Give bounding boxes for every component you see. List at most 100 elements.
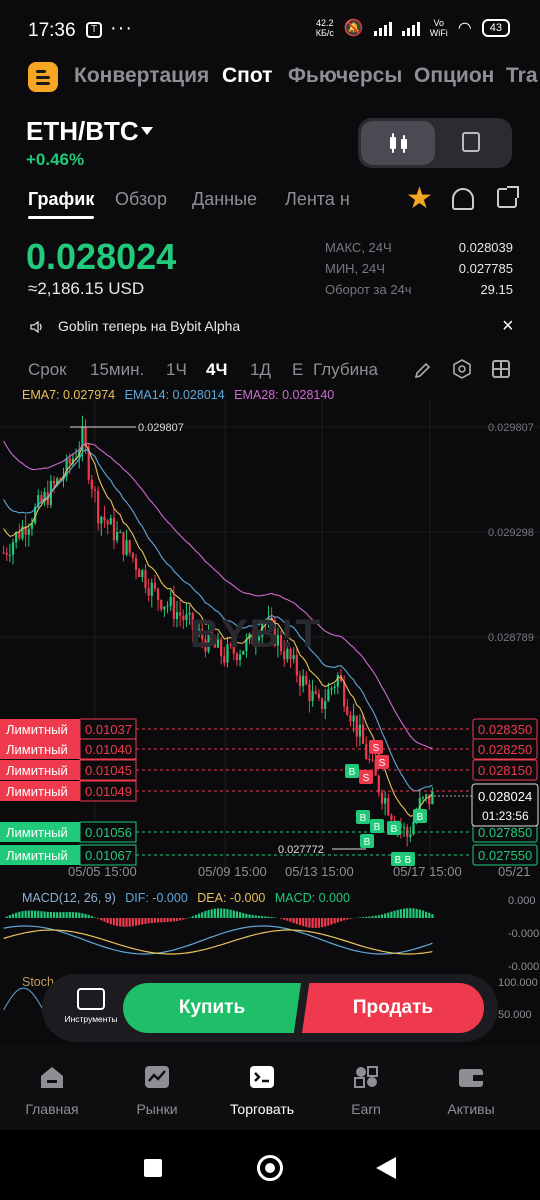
interval-more[interactable]: Е	[292, 360, 303, 380]
speaker-icon	[30, 320, 42, 334]
nav-home[interactable]: Главная	[2, 1064, 102, 1117]
tab-overview[interactable]: Обзор	[115, 189, 167, 210]
nav-trade[interactable]: Торговать	[212, 1064, 312, 1117]
candlestick-icon	[390, 133, 408, 153]
buy-marker-label: B	[349, 767, 356, 778]
interval-1d[interactable]: 1Д	[250, 360, 271, 380]
pencil-icon[interactable]	[414, 361, 432, 379]
candle-body	[169, 596, 172, 606]
bottom-nav: Главная Рынки Торговать Earn Активы	[0, 1046, 540, 1130]
macd-axis-label: 0.000	[508, 895, 536, 907]
last-price: 0.028024	[26, 236, 177, 277]
system-nav	[0, 1130, 540, 1200]
candle-body	[361, 724, 365, 744]
order-price: 0.028150	[478, 763, 532, 778]
candle-body	[147, 588, 150, 596]
candle-body	[223, 656, 226, 663]
home-button[interactable]	[257, 1155, 283, 1181]
candle-body	[112, 517, 116, 541]
nav-label: Главная	[25, 1101, 79, 1117]
candle-body	[377, 775, 380, 793]
interval-15m[interactable]: 15мин.	[90, 360, 144, 380]
bell-icon[interactable]	[452, 188, 474, 210]
candle-body	[115, 532, 119, 541]
candle-body	[425, 794, 428, 798]
macd-value: MACD: 0.000	[274, 891, 350, 905]
current-price: 0.028024	[478, 789, 532, 804]
order-qty: 0.01045	[85, 763, 132, 778]
close-icon[interactable]: ×	[502, 315, 514, 338]
candle-body	[352, 715, 355, 722]
recents-button[interactable]	[144, 1159, 162, 1177]
time-axis-label: 05/05 15:00	[68, 864, 137, 879]
candle-body	[122, 531, 125, 555]
price-chart[interactable]: Лимитный 0.01037 0.028350 Лимитный 0.01040 0.…	[0, 400, 540, 1040]
candle-body	[100, 516, 103, 524]
usd-price: ≈2,186.15 USD	[28, 279, 145, 298]
nav-label: Торговать	[229, 1101, 295, 1117]
pair-selector[interactable]: ETH/BTC	[26, 116, 139, 147]
tab-feed[interactable]: Лента н	[285, 189, 350, 210]
chart-view-button[interactable]	[361, 121, 435, 165]
candle-body	[311, 691, 314, 702]
nav-assets[interactable]: Активы	[421, 1064, 521, 1117]
tab-more[interactable]: Tra	[506, 64, 538, 88]
candle-body	[368, 759, 371, 761]
candle-body	[298, 675, 302, 687]
indicator-settings-icon[interactable]	[452, 359, 472, 379]
signal-icon-2	[401, 20, 420, 36]
trade-icon	[250, 1066, 274, 1088]
app-logo-icon[interactable]	[28, 62, 58, 92]
candle-body	[333, 686, 336, 688]
countdown: 01:23:56	[482, 809, 529, 823]
watermark: BYB!T	[190, 612, 323, 656]
order-price: 0.028250	[478, 742, 532, 757]
sell-button[interactable]: Продать	[302, 983, 484, 1033]
candle-body	[134, 558, 138, 570]
layout-grid-icon[interactable]	[492, 360, 510, 378]
nav-earn[interactable]: Earn	[316, 1064, 416, 1117]
interval-range[interactable]: Срок	[28, 360, 67, 380]
share-icon[interactable]	[497, 186, 519, 208]
candle-body	[163, 606, 166, 610]
buy-button[interactable]: Купить	[123, 983, 301, 1033]
candle-body	[317, 693, 321, 699]
order-type-label: Лимитный	[6, 742, 68, 757]
candle-body	[141, 570, 144, 578]
nav-markets[interactable]: Рынки	[107, 1064, 207, 1117]
candle-body	[150, 582, 153, 596]
candle-body	[138, 569, 141, 578]
tab-chart[interactable]: График	[28, 189, 94, 210]
order-price: 0.028350	[478, 722, 532, 737]
stat-value: 29.15	[480, 282, 513, 297]
candle-body	[18, 532, 21, 539]
candle-body	[68, 458, 71, 464]
orderbook-view-icon[interactable]	[462, 132, 480, 152]
announcement-bar[interactable]: Goblin теперь на Bybit Alpha ×	[0, 310, 540, 344]
candle-body	[324, 701, 327, 709]
buy-marker-label: B	[417, 812, 424, 823]
candle-body	[185, 614, 188, 621]
more-notifications-icon: ···	[110, 17, 133, 39]
depth-tab[interactable]: Глубина	[313, 360, 378, 380]
tab-options[interactable]: Опцион	[414, 64, 494, 88]
tab-data[interactable]: Данные	[192, 189, 257, 210]
instruments-button[interactable]: Инструменты	[62, 986, 120, 1034]
time-axis-label: 05/21	[498, 864, 531, 879]
candle-body	[128, 540, 131, 553]
candle-body	[109, 517, 112, 525]
favorite-star-icon[interactable]: ★	[406, 184, 433, 214]
chevron-down-icon[interactable]	[141, 127, 153, 135]
candle-body	[384, 797, 387, 804]
candle-body	[371, 759, 374, 761]
candle-body	[336, 674, 339, 687]
candle-body	[52, 480, 56, 484]
status-bar: 17:36 T ··· 42.2 КБ/с 🔕 Vo WiFi ◠ 43	[0, 0, 540, 60]
candle-body	[156, 588, 160, 601]
tab-spot[interactable]: Спот	[222, 64, 272, 88]
tab-futures[interactable]: Фьючерсы	[288, 64, 402, 88]
tab-convert[interactable]: Конвертация	[74, 64, 209, 88]
interval-1h[interactable]: 1Ч	[166, 360, 187, 380]
back-button[interactable]	[376, 1157, 396, 1179]
interval-4h[interactable]: 4Ч	[206, 360, 227, 380]
